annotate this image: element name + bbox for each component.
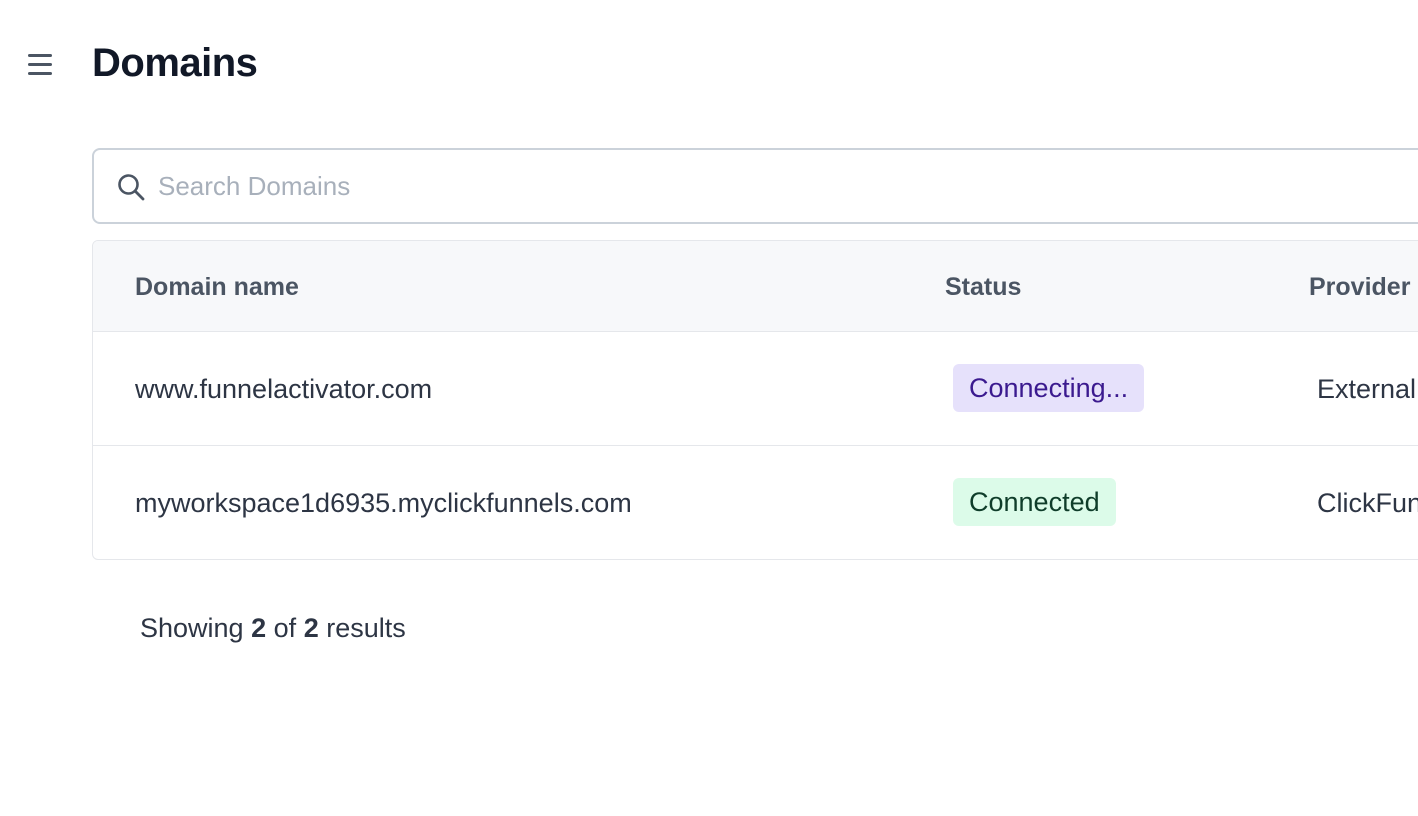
search-box[interactable] [92,148,1418,224]
domains-table: Domain name Status Provider www.funnelac… [92,240,1418,560]
hamburger-menu-icon[interactable] [28,50,56,78]
column-header-provider[interactable]: Provider [1309,271,1410,303]
column-header-status[interactable]: Status [945,271,1021,303]
column-header-domain-name[interactable]: Domain name [135,271,299,303]
status-badge: Connecting... [953,364,1145,412]
provider-cell: External [1317,374,1417,404]
results-of-label: of [273,613,297,643]
results-showing-label: Showing [140,613,244,643]
domains-page: Domains Domain name Status Provider www.… [0,0,1418,816]
table-header: Domain name Status Provider [93,241,1418,332]
provider-cell: ClickFunnels [1317,488,1418,518]
page-title: Domains [92,41,258,85]
status-badge: Connected [953,478,1116,526]
search-icon [118,174,145,201]
table-row[interactable]: www.funnelactivator.com Connecting... Ex… [93,332,1418,446]
domain-name-cell[interactable]: www.funnelactivator.com [135,372,432,406]
table-row[interactable]: myworkspace1d6935.myclickfunnels.com Con… [93,446,1418,559]
results-count-total: 2 [303,613,319,643]
domain-name-cell[interactable]: myworkspace1d6935.myclickfunnels.com [135,486,632,520]
results-label: results [326,613,406,643]
results-count-shown: 2 [251,613,267,643]
results-summary: Showing 2 of 2 results [140,610,406,646]
search-input[interactable] [158,150,1408,222]
